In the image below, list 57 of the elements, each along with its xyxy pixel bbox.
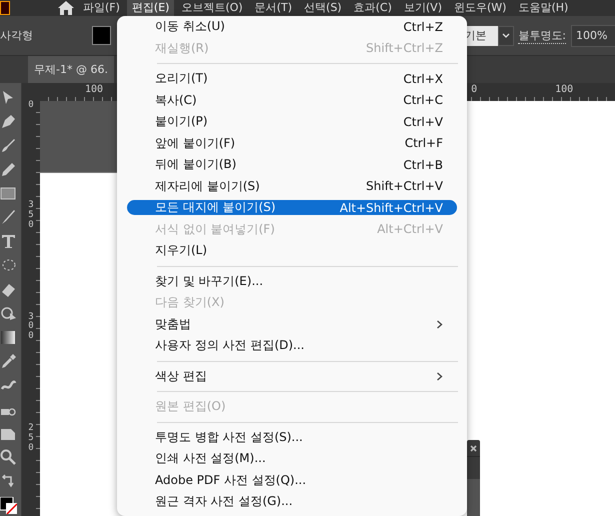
menu-item[interactable]: 모든 대지에 붙이기(S) Alt+Shift+Ctrl+V xyxy=(127,200,457,216)
menu-item[interactable]: 오브젝트(O) xyxy=(176,0,248,16)
warp-icon[interactable] xyxy=(0,305,17,322)
close-icon[interactable] xyxy=(470,444,477,452)
ruler-label: 0 xyxy=(471,83,478,95)
menu-item[interactable]: 효과(C) xyxy=(348,0,397,16)
type-icon[interactable] xyxy=(0,233,17,250)
document-tab[interactable]: 무제-1* @ 66. xyxy=(28,56,114,83)
menu-item[interactable]: 사용자 정의 사전 편집(D)... xyxy=(127,338,457,354)
fill-stroke-icon[interactable] xyxy=(0,497,17,514)
menu-item[interactable]: 찾기 및 바꾸기(E)... xyxy=(127,274,457,289)
menu-item[interactable]: 도움말(H) xyxy=(513,0,574,16)
menu-item[interactable]: 파일(F) xyxy=(78,0,125,16)
chevron-down-icon xyxy=(502,33,510,38)
ruler-label: 350 xyxy=(27,200,35,231)
menu-item[interactable]: 편집(E) xyxy=(126,0,174,16)
gradient-icon[interactable] xyxy=(0,329,17,346)
menu-item[interactable]: 맞춤법 xyxy=(127,316,457,332)
app-logo xyxy=(0,1,10,15)
ruler-label: 0 xyxy=(27,101,35,111)
panel-body xyxy=(467,479,480,516)
menu-item[interactable]: 원근 격자 사전 설정(G)... xyxy=(127,494,457,510)
menu-item[interactable]: 투명도 병합 사전 설정(S)... xyxy=(127,430,457,445)
search-icon[interactable] xyxy=(0,449,17,466)
eraser-icon[interactable] xyxy=(0,281,17,298)
menu-item[interactable]: 붙이기(P) Ctrl+V xyxy=(127,114,457,130)
opacity-label[interactable]: 불투명도: xyxy=(518,28,566,44)
menu-item[interactable]: Adobe PDF 사전 설정(Q)... xyxy=(127,472,457,488)
menu-item[interactable]: 복사(C) Ctrl+C xyxy=(127,92,457,108)
chevron-right-icon xyxy=(436,320,443,329)
menu-item[interactable]: 뒤에 붙이기(B) Ctrl+B xyxy=(127,157,457,172)
menu-item[interactable]: 문서(T) xyxy=(250,0,298,16)
menu-item[interactable]: 윈도우(W) xyxy=(448,0,512,16)
opacity-field[interactable]: 100% xyxy=(571,24,615,46)
fill-swatch[interactable] xyxy=(92,26,111,45)
menu-item[interactable]: 제자리에 붙이기(S) Shift+Ctrl+V xyxy=(127,178,457,194)
ruler-label: 250 xyxy=(27,424,35,454)
ruler-label: 100 xyxy=(85,83,104,95)
tool-name: 사각형 xyxy=(0,28,34,43)
rectangle-icon[interactable] xyxy=(0,185,17,202)
menu-item[interactable]: 앞에 붙이기(F) Ctrl+F xyxy=(127,136,457,151)
menu-item[interactable]: 인쇄 사전 설정(M)... xyxy=(127,451,457,466)
menu-item[interactable]: 지우기(L) xyxy=(127,243,457,258)
ruler-label: 300 xyxy=(27,312,35,342)
menu-item[interactable]: 보기(V) xyxy=(398,0,447,16)
ruler-label: 100 xyxy=(555,83,574,95)
eyedropper-icon[interactable] xyxy=(0,353,17,370)
menu-item[interactable]: 선택(S) xyxy=(299,0,347,16)
dropdown-button[interactable] xyxy=(498,26,514,46)
menu-item[interactable]: 오리기(T) Ctrl+X xyxy=(127,71,457,86)
menu-item[interactable]: 색상 편집 xyxy=(127,368,457,384)
chevron-right-icon xyxy=(436,372,443,381)
brush-icon[interactable] xyxy=(0,137,17,154)
pen-icon[interactable] xyxy=(0,113,17,130)
home-icon[interactable] xyxy=(58,1,74,15)
pencil-icon[interactable] xyxy=(0,161,17,178)
paintbrush-icon[interactable] xyxy=(0,209,17,226)
